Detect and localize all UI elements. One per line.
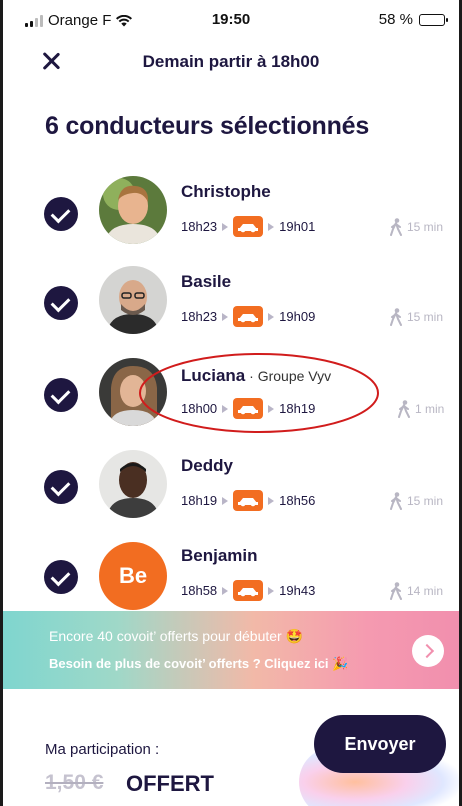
depart-time: 18h23 [181, 219, 218, 234]
car-icon [233, 580, 264, 601]
route: 18h58 19h43 [181, 580, 315, 601]
avatar-initials: Be [118, 563, 148, 588]
avatar [99, 176, 167, 244]
route: 18h23 19h01 [181, 216, 315, 237]
depart-time: 18h58 [181, 583, 218, 598]
depart-time: 18h23 [181, 309, 218, 324]
arrow-right-icon [268, 496, 275, 505]
car-icon [233, 490, 264, 511]
driver-item[interactable]: Christophe 18h23 19h01 15 min [3, 172, 459, 262]
chevron-right-icon[interactable] [412, 635, 444, 667]
walk-time: 15 min [389, 308, 443, 326]
walk-duration: 1 min [415, 402, 445, 416]
arrow-right-icon [222, 496, 229, 505]
driver-name: Christophe [181, 182, 271, 201]
driver-name: Benjamin [181, 546, 258, 565]
driver-name: Basile [181, 272, 232, 291]
battery-percent: 58 % [378, 11, 413, 28]
participation-label: Ma participation : [45, 741, 160, 758]
arrow-right-icon [268, 586, 275, 595]
send-button[interactable]: Envoyer [314, 715, 446, 773]
header: Demain partir à 18h00 [3, 40, 459, 84]
driver-name: Deddy [181, 456, 233, 475]
old-price: 1,50 € [45, 771, 104, 794]
promo-link[interactable]: Besoin de plus de covoit’ offerts ? Cliq… [49, 656, 348, 672]
avatar-photo [99, 450, 167, 518]
depart-time: 18h19 [181, 493, 218, 508]
new-price: OFFERT [126, 771, 214, 796]
avatar: Be [99, 542, 167, 610]
car-icon [233, 216, 264, 237]
walking-icon [398, 400, 410, 418]
promo-text: Encore 40 covoit’ offerts pour débuter 🤩 [49, 628, 304, 644]
arrive-time: 18h56 [279, 493, 316, 508]
car-icon [233, 306, 264, 327]
header-title: Demain partir à 18h00 [142, 52, 320, 71]
walk-time: 15 min [389, 218, 443, 236]
avatar-photo [99, 176, 167, 244]
avatar-photo [99, 266, 167, 334]
footer: Ma participation : 1,50 € OFFERT Envoyer [3, 689, 459, 806]
route: 18h23 19h09 [181, 306, 315, 327]
walk-duration: 15 min [407, 494, 444, 508]
check-icon[interactable] [44, 378, 78, 412]
arrow-right-icon [222, 586, 229, 595]
app-screen: Orange F 19:50 58 % Demain partir à 18h0… [0, 0, 462, 806]
check-icon[interactable] [44, 560, 78, 594]
arrow-right-icon [222, 222, 229, 231]
avatar [99, 266, 167, 334]
page-title: 6 conducteurs sélectionnés [45, 112, 370, 140]
driver-item[interactable]: Basile 18h23 19h09 15 min [3, 264, 459, 354]
arrive-time: 19h01 [279, 219, 316, 234]
walking-icon [390, 582, 402, 600]
avatar [99, 450, 167, 518]
check-icon[interactable] [44, 286, 78, 320]
status-right: 58 % [378, 11, 448, 28]
check-icon[interactable] [44, 197, 78, 231]
walking-icon [390, 308, 402, 326]
walk-time: 15 min [389, 492, 443, 510]
walk-duration: 15 min [407, 310, 444, 324]
arrow-right-icon [268, 222, 275, 231]
walk-time: 1 min [397, 400, 444, 418]
route: 18h19 18h56 [181, 490, 315, 511]
arrow-right-icon [222, 312, 229, 321]
battery-icon [419, 13, 448, 26]
walk-time: 14 min [389, 582, 443, 600]
arrow-right-icon [268, 312, 275, 321]
promo-banner[interactable]: Encore 40 covoit’ offerts pour débuter 🤩… [3, 611, 459, 689]
walk-duration: 14 min [407, 584, 444, 598]
walking-icon [390, 492, 402, 510]
arrive-time: 19h09 [279, 309, 316, 324]
status-bar: Orange F 19:50 58 % [3, 0, 459, 36]
walking-icon [390, 218, 402, 236]
arrive-time: 19h43 [279, 583, 316, 598]
walk-duration: 15 min [407, 220, 444, 234]
check-icon[interactable] [44, 470, 78, 504]
driver-item[interactable]: Deddy 18h19 18h56 15 min [3, 448, 459, 538]
highlight-annotation [139, 353, 379, 433]
